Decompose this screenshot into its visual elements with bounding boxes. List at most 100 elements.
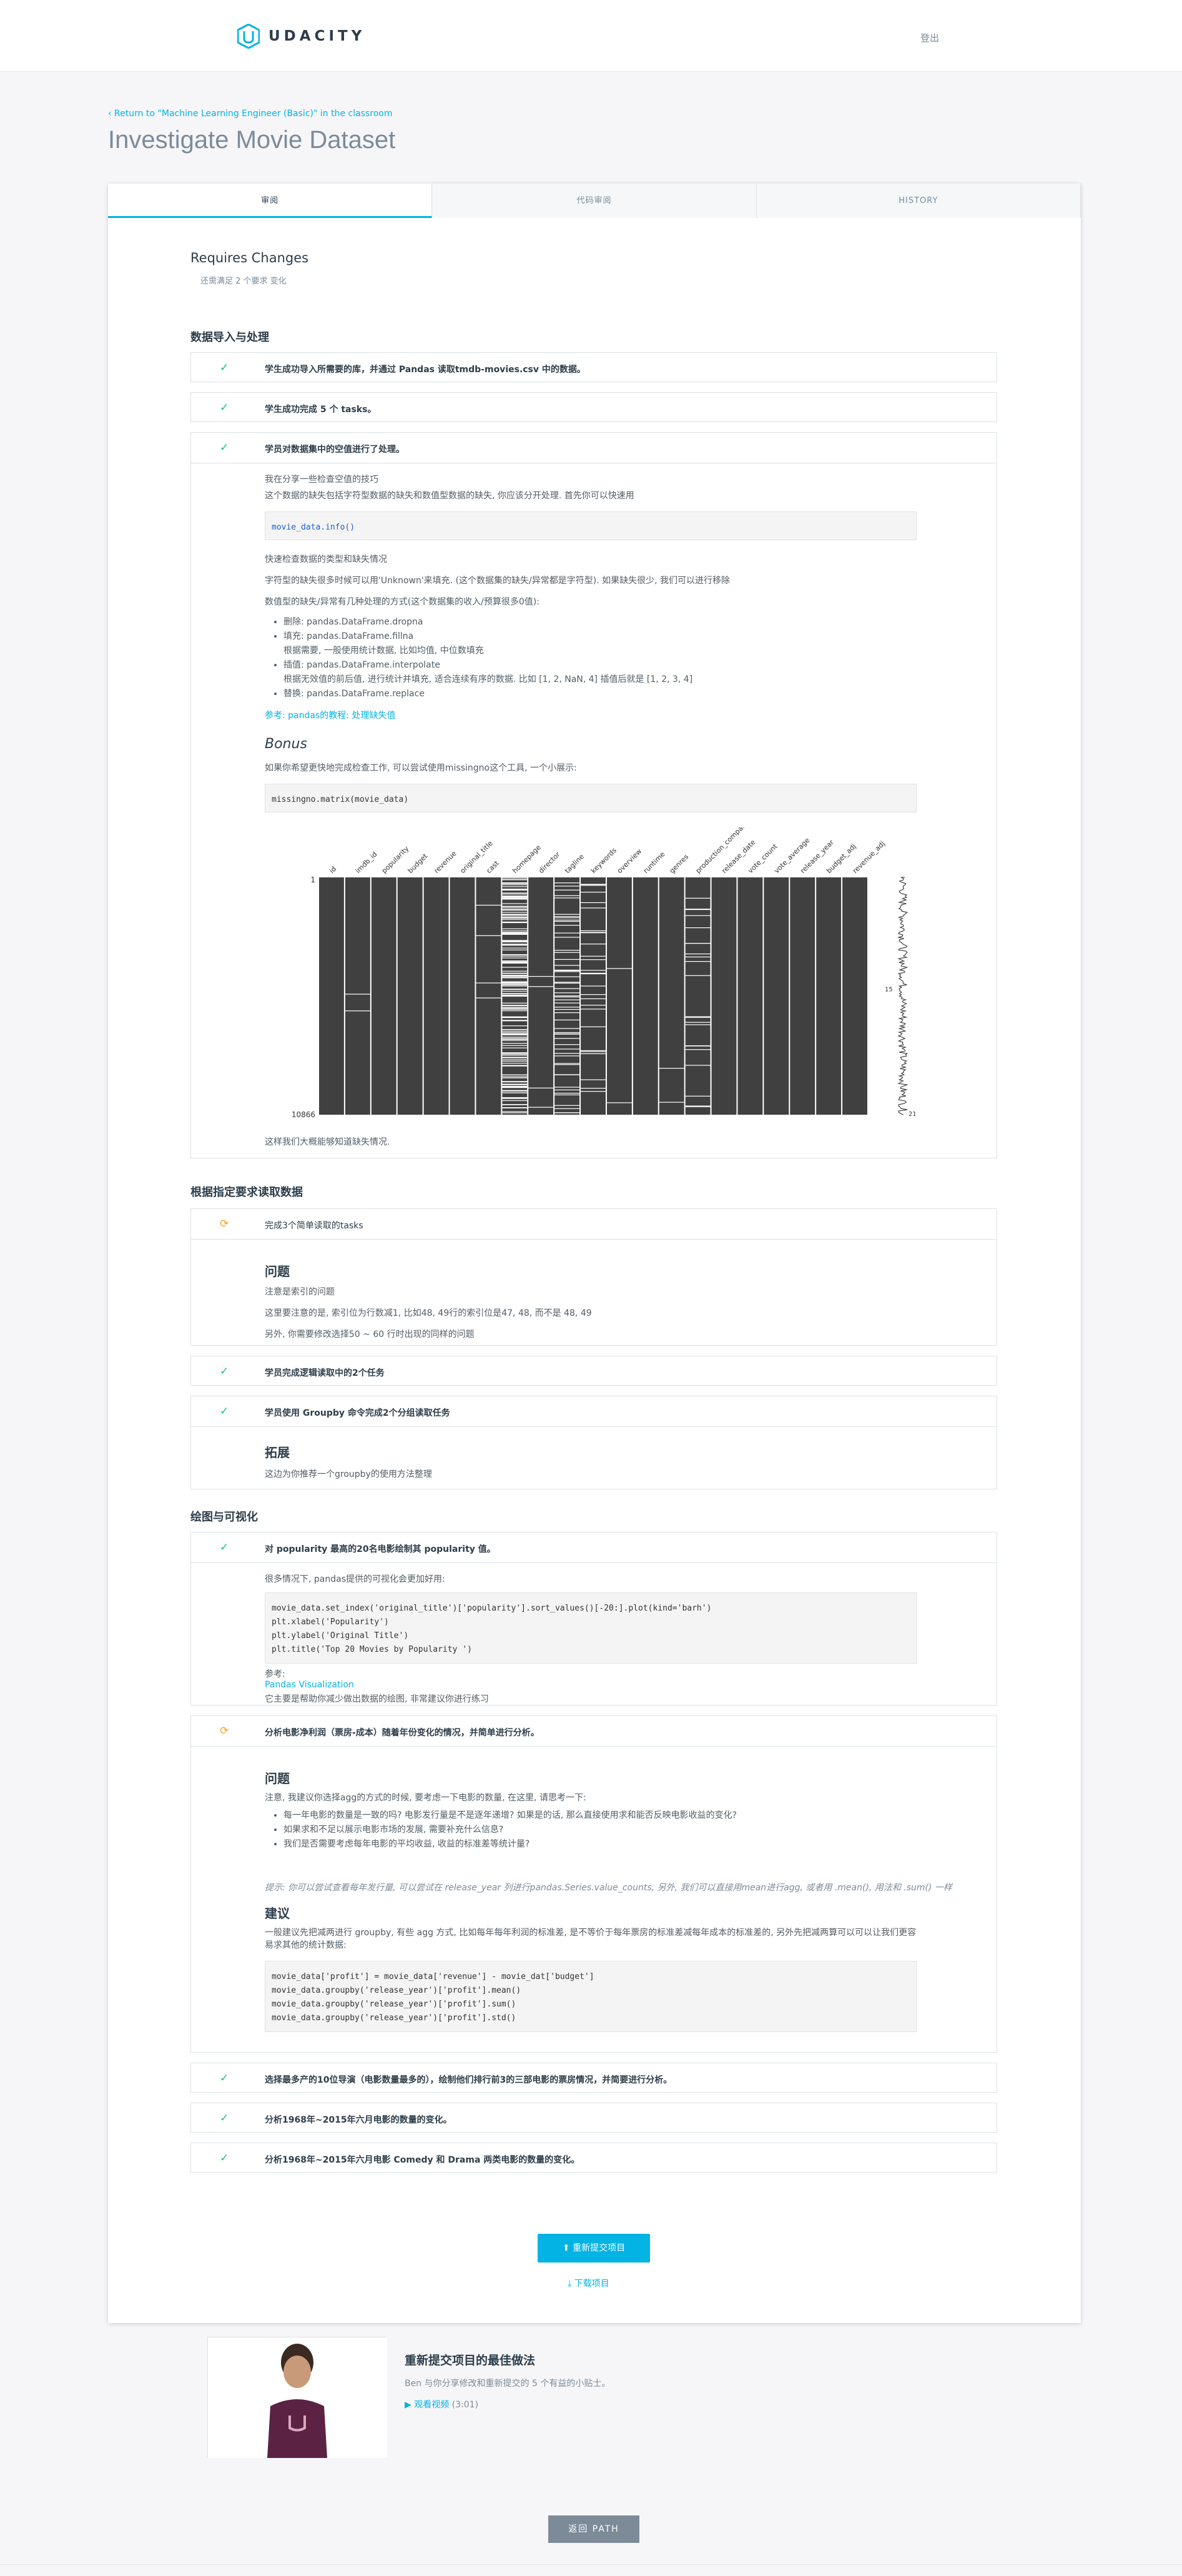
rubric-row[interactable]: ✓ 选择最多产的10位导演（电影数量最多的），绘制他们排行前3的三部电影的票房情… [190,2063,997,2093]
missing-line [502,1052,528,1054]
missing-line [502,1107,528,1108]
review-text: 这样我们大概能够知道缺失情况. [265,1137,390,1147]
review-text: 注意, 我建议你选择agg的方式的时候, 要考虑一下电影的数量, 在这里, 请思… [265,1793,586,1803]
download-icon: ⤓ [568,2279,574,2289]
review-heading: 问题 [265,1264,290,1279]
back-to-classroom-link[interactable]: ‹ Return to "Machine Learning Engineer (… [108,109,392,119]
check-icon: ✓ [220,362,229,374]
column-label: director [537,850,562,875]
missing-line [502,886,528,887]
check-icon: ✓ [220,442,229,454]
groupby-tips-link[interactable]: 这边为你推荐一个groupby的使用方法整理 [265,1468,432,1480]
return-path-button[interactable]: 返回 PATH [548,2515,639,2543]
missing-line [502,1029,528,1030]
tab-code-review[interactable]: 代码审阅 [432,184,757,218]
rubric-label: 学员完成逻辑读取中的2个任务 [265,1368,385,1378]
missing-line [502,973,528,974]
missing-line [554,1108,580,1109]
rubric-row-expanded[interactable]: ⟳ 完成3个简单读取的tasks 问题 注意是索引的问题 这里要注意的是, 索引… [190,1208,997,1346]
list-item: 每一年电影的数量是一致的吗? 电影发行量是不是逐年递增? 如果是的话, 那么直接… [283,1809,737,1823]
pandas-visualization-link[interactable]: Pandas Visualization [265,1680,354,1690]
column-label: popularity [380,844,411,875]
hint-text: 提示: 你可以尝试查看每年发行量, 可以尝试在 release_year 列进行… [265,1883,952,1893]
missing-line [581,907,606,909]
review-text: 另外, 你需要修改选择50 ~ 60 行时出现的同样的问题 [265,1330,475,1340]
pandas-missing-data-link[interactable]: 参考: pandas的教程: 处理缺失值 [265,709,395,721]
missing-line [554,1112,580,1113]
missing-line [502,1043,528,1044]
logout-link[interactable]: 登出 [920,31,939,44]
missing-line [554,915,580,917]
watch-video-link[interactable]: ▶ 观看视频 (3:01) [405,2398,478,2411]
missing-line [502,1097,528,1098]
missing-line [554,882,580,884]
video-thumbnail[interactable] [207,2337,387,2458]
missing-line [554,1064,580,1065]
sparkline [897,877,909,1115]
rubric-row[interactable]: ✓ 学员完成逻辑读取中的2个任务 [190,1356,997,1386]
rubric-label: 分析1968年~2015年六月电影的数量的变化。 [265,2115,452,2125]
rubric-row-expanded[interactable]: ⟳ 分析电影净利润（票房-成本）随着年份变化的情况，并简单进行分析。 问题 注意… [190,1715,997,2053]
column-bar-vote_average [764,877,789,1115]
column-label: overview [616,847,643,875]
fill-methods-list: 删除: pandas.DataFrame.dropna 填充: pandas.D… [276,615,692,701]
missing-line [502,1002,528,1004]
video-description: Ben 与你分享修改和重新提交的 5 个有益的小贴士。 [405,2379,611,2389]
review-text: 它主要是帮助你减少做出数据的绘图, 非常建议你进行练习 [265,1694,489,1704]
review-text: 我在分享一些检查空值的技巧 [265,475,378,485]
rubric-row[interactable]: ✓ 分析1968年~2015年六月电影 Comedy 和 Drama 两类电影的… [190,2143,997,2173]
rubric-row-expanded[interactable]: ✓ 学员使用 Groupby 命令完成2个分组读取任务 拓展 这边为你推荐一个g… [190,1396,997,1489]
brand-name: UDACITY [268,28,366,44]
column-bar-release_year [790,877,815,1115]
divider [191,1426,997,1427]
column-bar-popularity [371,877,396,1115]
column-bar-vote_count [737,877,763,1115]
refresh-icon: ⟳ [220,1725,229,1737]
rubric-row[interactable]: ✓ 学生成功导入所需要的库，并通过 Pandas 读取tmdb-movies.c… [190,352,997,382]
review-text: 注意是索引的问题 [265,1287,335,1297]
divider [191,1562,997,1563]
rubric-row-expanded[interactable]: ✓ 学员对数据集中的空值进行了处理。 我在分享一些检查空值的技巧 这个数据的缺失… [190,432,997,1158]
missing-line [554,999,580,1000]
resubmit-button[interactable]: ⬆ 重新提交项目 [538,2234,650,2263]
rubric-row[interactable]: ✓ 学生成功完成 5 个 tasks。 [190,392,997,422]
missing-line [502,1059,528,1060]
rubric-row-expanded[interactable]: ✓ 对 popularity 最高的20名电影绘制其 popularity 值。… [190,1532,997,1705]
column-label: id [328,865,338,875]
rubric-row[interactable]: ✓ 分析1968年~2015年六月电影的数量的变化。 [190,2103,997,2133]
spark-label-mid: 15 [885,986,893,993]
column-label: imdb_id [354,850,379,875]
column-bar-original_title [450,877,475,1115]
missing-line [476,904,501,906]
missing-line [502,1047,528,1049]
review-card: 审阅 代码审阅 HISTORY Requires Changes 还需满足 2 … [108,184,1081,2323]
review-text: 很多情况下, pandas提供的可视化会更加好用: [265,1574,445,1584]
missing-line [581,955,606,957]
review-text: 参考: [265,1669,285,1679]
missing-line [502,1025,528,1027]
missing-line [685,915,711,916]
spark-label-end: 21 [909,1111,915,1118]
missing-line [502,1008,528,1009]
missing-line [476,982,501,984]
download-project-link[interactable]: ⤓ 下载项目 [568,2277,609,2289]
missing-line [502,960,528,962]
tab-history[interactable]: HISTORY [756,184,1081,218]
missing-line [606,968,632,969]
udacity-logo[interactable]: UDACITY [237,24,365,49]
missing-line [554,1028,580,1029]
missing-line [554,952,580,953]
column-label: runtime [642,850,667,875]
column-bar-production_companies [685,877,711,1115]
missing-line [581,1079,606,1080]
missing-line [554,1055,580,1057]
check-icon: ✓ [220,2072,229,2085]
list-item: 我们是否需要考虑每年电影的平均收益, 收益的标准差等统计量? [283,1837,737,1852]
tab-review[interactable]: 审阅 [108,184,433,218]
missing-line [581,959,606,960]
missing-line [581,930,606,932]
missing-line [502,1007,528,1009]
column-label: tagline [563,852,586,875]
code-block: movie_data.info() [265,511,917,540]
missing-line [581,972,606,974]
